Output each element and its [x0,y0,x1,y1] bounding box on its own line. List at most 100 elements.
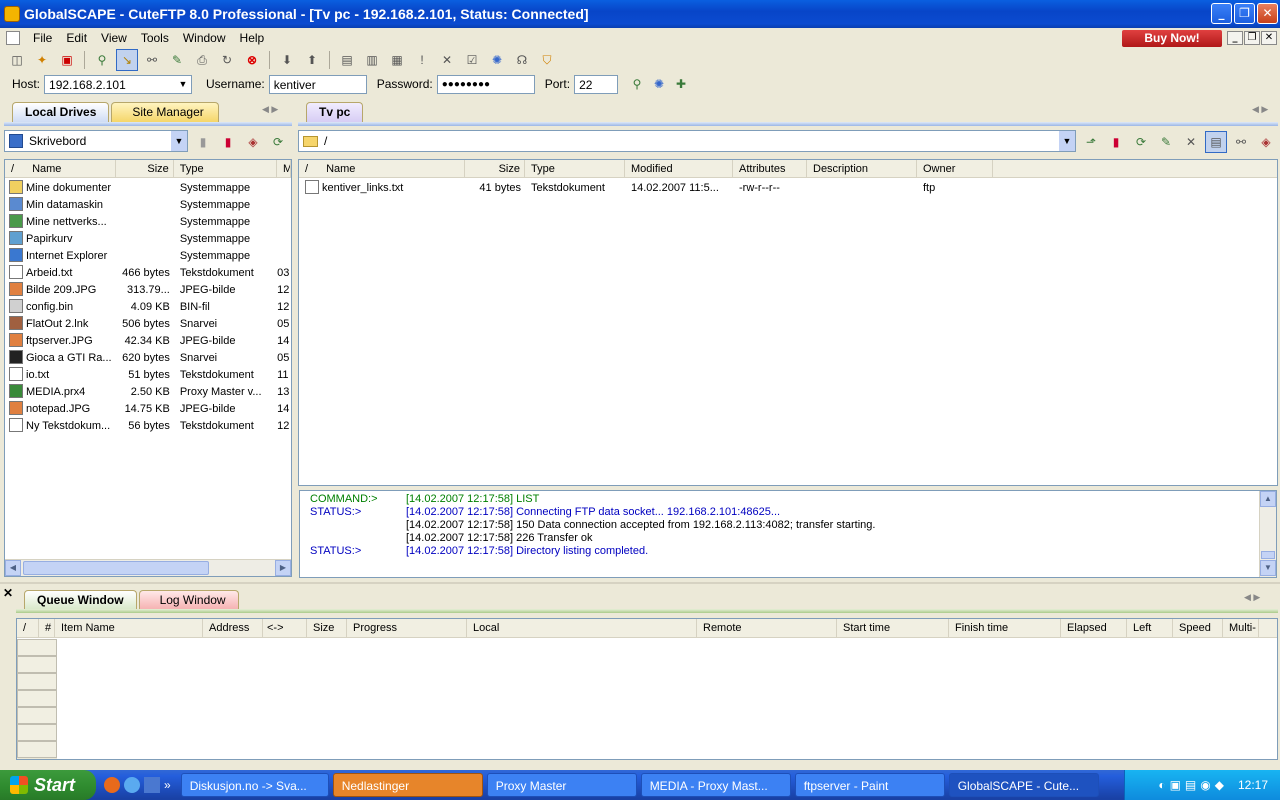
edit-icon[interactable]: ▤ [336,49,358,71]
queue-row-selector[interactable] [17,673,57,690]
tab-scroll-arrows[interactable]: ◀ ▶ [262,104,278,115]
file-row[interactable]: notepad.JPG 14.75 KB JPEG-bilde 14 [5,401,291,418]
menu-tools[interactable]: Tools [134,31,176,45]
taskbar-item[interactable]: GlobalSCAPE - Cute... [948,773,1099,797]
queue-col[interactable]: Speed [1173,619,1223,637]
tray-icons[interactable]: ◐▣▤◉◆ [1158,778,1228,792]
view-icon[interactable]: ▥ [361,49,383,71]
col-size[interactable]: Size [465,160,525,178]
tab-log-window[interactable]: Log Window [138,590,239,610]
local-file-list[interactable]: /Name Size Type M Mine dokumenter System… [4,159,292,577]
tab-queue-window[interactable]: Queue Window [24,590,137,610]
queue-row-selector[interactable] [17,741,57,758]
menu-edit[interactable]: Edit [59,31,94,45]
queue-row-selector[interactable] [17,690,57,707]
chevron-down-icon[interactable]: ▼ [175,75,192,93]
queue-col[interactable]: # [39,619,55,637]
restore-button[interactable]: ❐ [1234,3,1255,24]
refresh-folder-icon[interactable]: ⟳ [267,131,289,153]
firefox-icon[interactable] [104,777,120,793]
queue-col[interactable]: Multi- [1223,619,1259,637]
close-button[interactable]: ✕ [1257,3,1278,24]
filter-icon[interactable]: ◈ [242,131,264,153]
settings-icon[interactable]: ✺ [486,49,508,71]
taskbar-item[interactable]: ftpserver - Paint [794,773,945,797]
quick-connect-icon[interactable]: ↘ [116,49,138,71]
download-icon[interactable]: ⬇ [276,49,298,71]
up-folder-icon[interactable]: ⬏ [1080,131,1102,153]
support-icon[interactable]: ☊ [511,49,533,71]
scroll-down-button[interactable]: ▼ [1260,560,1276,576]
queue-col[interactable]: Size [307,619,347,637]
chevron-down-icon[interactable]: ▼ [1059,131,1075,151]
local-path-select[interactable]: Skrivebord ▼ [4,130,188,152]
col-type[interactable]: Type [525,160,625,178]
queue-row-selector[interactable] [17,639,57,656]
scroll-thumb[interactable] [1261,551,1275,559]
taskbar-item[interactable]: Proxy Master [486,773,637,797]
file-row[interactable]: Gioca a GTI Ra... 620 bytes Snarvei 05 [5,350,291,367]
print-icon[interactable]: ⎙ [191,49,213,71]
col-size[interactable]: Size [116,160,174,178]
file-row[interactable]: Mine nettverks... Systemmappe [5,214,291,231]
wizard-icon[interactable]: ✦ [31,49,53,71]
start-button[interactable]: Start [0,770,96,800]
disconnect-icon[interactable]: ⚯ [141,49,163,71]
file-row[interactable]: Ny Tekstdokum... 56 bytes Tekstdokument … [5,418,291,435]
refresh-icon[interactable]: ⟳ [1130,131,1152,153]
stop-icon[interactable]: ⊗ [241,49,263,71]
col-name[interactable]: / Name [5,160,117,178]
open-icon[interactable]: ◫ [6,49,28,71]
queue-col[interactable]: Elapsed [1061,619,1127,637]
file-row[interactable]: Papirkurv Systemmappe [5,231,291,248]
file-row[interactable]: Min datamaskin Systemmappe [5,197,291,214]
remote-path-select[interactable]: / ▼ [298,130,1076,152]
queue-col[interactable]: Start time [837,619,949,637]
minimize-button[interactable]: _ [1211,3,1232,24]
file-row[interactable]: Arbeid.txt 466 bytes Tekstdokument 03 [5,265,291,282]
file-row[interactable]: io.txt 51 bytes Tekstdokument 11 [5,367,291,384]
menu-view[interactable]: View [94,31,134,45]
chevron-down-icon[interactable]: ▼ [171,131,187,151]
queue-col[interactable]: Item Name [55,619,203,637]
col-description[interactable]: Description [807,160,917,178]
col-modified[interactable]: M [277,160,291,178]
queue-col[interactable]: / [17,619,39,637]
queue-col[interactable]: Local [467,619,697,637]
media-icon[interactable] [144,777,160,793]
reconnect-icon[interactable]: ✎ [166,49,188,71]
checklist-icon[interactable]: ☑ [461,49,483,71]
buy-now-button[interactable]: Buy Now! [1122,30,1222,47]
compare-icon[interactable]: ⚯ [1230,131,1252,153]
username-input[interactable]: kentiver [268,74,367,94]
chevron-right-icon[interactable]: » [164,778,171,792]
col-modified[interactable]: Modified [625,160,733,178]
wand-icon[interactable]: ✎ [1155,131,1177,153]
file-row[interactable]: Bilde 209.JPG 313.79... JPEG-bilde 12 [5,282,291,299]
menu-window[interactable]: Window [176,31,233,45]
host-input[interactable]: 192.168.2.101 ▼ [44,74,193,94]
queue-col[interactable]: Remote [697,619,837,637]
tab-local-drives[interactable]: Local Drives [12,102,110,122]
scroll-left-button[interactable]: ◀ [5,560,21,576]
queue-col[interactable]: Address [203,619,263,637]
add-site-icon[interactable]: ✚ [670,73,692,95]
password-input[interactable]: ●●●●●●●● [436,74,535,94]
delete-icon[interactable]: ✕ [436,49,458,71]
mdi-minimize-button[interactable]: _ [1227,31,1243,45]
remote-file-list[interactable]: / Name Size Type Modified Attributes Desc… [298,159,1278,486]
menu-file[interactable]: File [26,31,59,45]
mdi-restore-button[interactable]: ❐ [1244,31,1260,45]
log-window[interactable]: COMMAND:> [14.02.2007 12:17:58] LIST STATU… [299,490,1277,578]
menu-help[interactable]: Help [233,31,272,45]
file-row[interactable]: FlatOut 2.lnk 506 bytes Snarvei 05 [5,316,291,333]
queue-col[interactable]: Left [1127,619,1173,637]
close-queue-icon[interactable]: ✕ [3,586,13,600]
splitter[interactable] [0,582,1280,584]
internet-explorer-icon[interactable] [124,777,140,793]
horizontal-scrollbar[interactable]: ◀ ▶ [5,559,291,576]
tab-scroll-arrows[interactable]: ◀ ▶ [1244,592,1260,603]
queue-row-selector[interactable] [17,656,57,673]
properties-icon[interactable]: ◈ [1255,131,1277,153]
col-type[interactable]: Type [174,160,278,178]
